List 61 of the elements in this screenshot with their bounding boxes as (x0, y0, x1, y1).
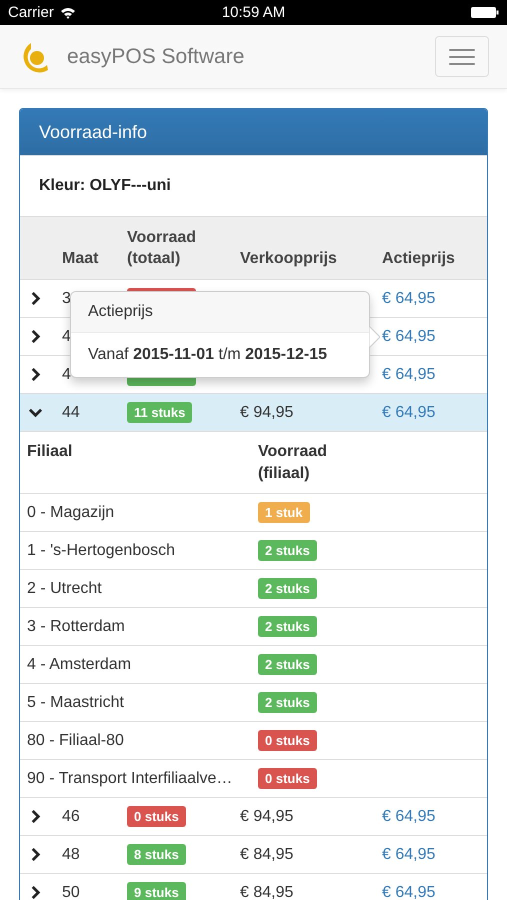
clock-time: 10:59 AM (222, 4, 286, 21)
sale-price-link[interactable]: € 64,95 (382, 404, 436, 422)
sale-price-link[interactable]: € 64,95 (382, 884, 436, 900)
column-header: Verkoopprijs (240, 249, 338, 270)
stock-badge: 2 stuks (258, 654, 317, 674)
chevron-down-icon[interactable] (29, 406, 42, 419)
size-text: 50 (62, 884, 80, 900)
brand-name: easyPOS Software (67, 44, 246, 68)
column-header: Voorraad (filiaal) (258, 442, 328, 484)
branch-name: 0 - Magazijn (27, 504, 116, 522)
stock-badge: 9 stuks (127, 882, 186, 900)
branch-name: 90 - Transport Interfiliaalve… (27, 770, 234, 788)
panel-title: Voorraad-info (39, 122, 148, 142)
branch-name: 80 - Filiaal-80 (27, 732, 125, 750)
chevron-right-icon[interactable] (29, 368, 42, 381)
branch-name: 1 - 's-Hertogenbosch (27, 542, 176, 560)
stock-badge: 11 stuks (127, 402, 192, 423)
column-header: Actieprijs (382, 249, 456, 270)
sale-price-link[interactable]: € 64,95 (382, 290, 436, 308)
column-header: Filiaal (27, 442, 74, 462)
branch-name: 3 - Rotterdam (27, 618, 126, 636)
sale-price-link[interactable]: € 64,95 (382, 808, 436, 826)
stock-badge: 2 stuks (258, 578, 317, 598)
menu-button[interactable] (435, 36, 489, 77)
stock-badge: 0 stuks (258, 768, 317, 788)
price-text: € 94,95 (240, 404, 294, 422)
chevron-right-icon[interactable] (29, 848, 42, 861)
popover-title: Actieprijs (88, 303, 153, 321)
price-text: € 84,95 (240, 846, 294, 864)
column-header: Voorraad (totaal) (127, 228, 198, 270)
stock-badge: 1 stuk (258, 502, 310, 522)
price-text: € 94,95 (240, 808, 294, 826)
battery-icon (471, 7, 500, 18)
sale-price-link[interactable]: € 64,95 (382, 366, 436, 384)
popover-text: Vanaf 2015-11-01 t/m 2015-12-15 (88, 346, 327, 364)
stock-badge: 2 stuks (258, 540, 317, 560)
stock-badge: 0 stuks (258, 730, 317, 750)
size-text: 3 (62, 290, 71, 308)
sale-price-link[interactable]: € 64,95 (382, 846, 436, 864)
size-text: 44 (62, 404, 80, 422)
size-text: 46 (62, 808, 80, 826)
sale-price-link[interactable]: € 64,95 (382, 328, 436, 346)
size-text: 4 (62, 366, 71, 384)
stock-badge: 0 stuks (127, 806, 186, 827)
size-text: 48 (62, 846, 80, 864)
chevron-right-icon[interactable] (29, 292, 42, 305)
stock-badge: 8 stuks (127, 844, 186, 865)
color-label: Kleur: OLYF---uni (39, 177, 171, 195)
stock-badge: 2 stuks (258, 692, 317, 712)
wifi-icon (60, 6, 76, 18)
branch-name: 2 - Utrecht (27, 580, 103, 598)
carrier-label: Carrier (8, 4, 54, 21)
chevron-right-icon[interactable] (29, 810, 42, 823)
size-text: 4 (62, 328, 71, 346)
branch-name: 4 - Amsterdam (27, 656, 132, 674)
stock-badge: 2 stuks (258, 616, 317, 636)
branch-name: 5 - Maastricht (27, 694, 125, 712)
chevron-right-icon[interactable] (29, 886, 42, 899)
price-text: € 84,95 (240, 884, 294, 900)
column-header: Maat (62, 249, 100, 270)
chevron-right-icon[interactable] (29, 330, 42, 343)
